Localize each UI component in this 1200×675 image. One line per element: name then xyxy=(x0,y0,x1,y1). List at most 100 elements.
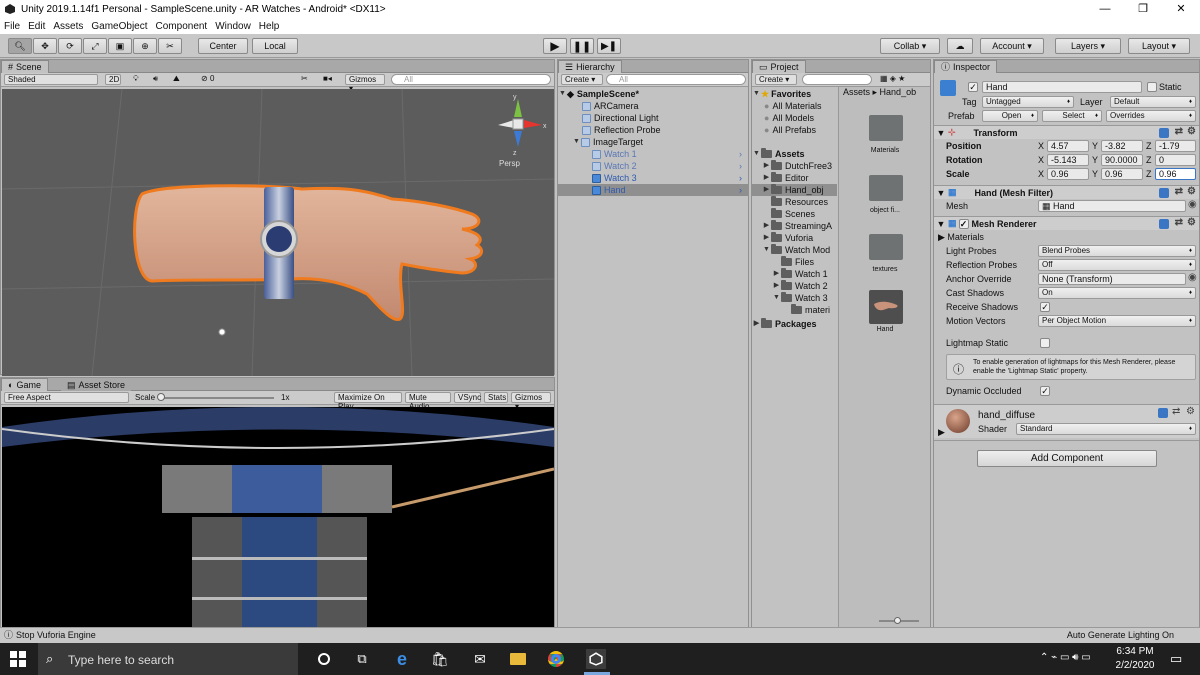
scale-tool-button[interactable]: ⤢ xyxy=(83,38,107,54)
scale-x-field[interactable]: 0.96 xyxy=(1047,168,1089,180)
gear-icon[interactable]: ⚙ xyxy=(1187,217,1196,228)
project-create-dropdown[interactable]: Create ▾ xyxy=(755,74,797,85)
hierarchy-search-input[interactable]: All xyxy=(606,74,746,85)
scale-z-field[interactable]: 0.96 xyxy=(1155,168,1196,180)
mail-icon[interactable]: ✉ xyxy=(470,649,490,669)
maximize-button[interactable]: ❐ xyxy=(1124,0,1162,18)
effects-icon[interactable]: ⛰ xyxy=(173,74,180,84)
mesh-field[interactable]: ▦ Hand xyxy=(1038,200,1186,212)
favorites-row[interactable]: ▼ ★ Favorites xyxy=(752,88,837,100)
store-icon[interactable]: 🛍︎ xyxy=(430,649,450,669)
layer-dropdown[interactable]: Default xyxy=(1110,96,1196,108)
scene-viewport[interactable]: y x z Persp xyxy=(2,89,554,376)
preset-icon[interactable]: ⇄ xyxy=(1175,126,1183,137)
minimize-button[interactable]: — xyxy=(1086,0,1124,18)
folder-files[interactable]: Files xyxy=(752,256,837,268)
dynamic-occluded-checkbox[interactable]: ✓ xyxy=(1040,386,1050,396)
assets-row[interactable]: ▼ Assets xyxy=(752,148,837,160)
mute-audio-toggle[interactable]: Mute Audio xyxy=(405,392,451,411)
shading-dropdown[interactable]: Shaded xyxy=(4,74,98,85)
position-y-field[interactable]: -3.82 xyxy=(1101,140,1143,152)
hierarchy-item-hand[interactable]: Hand › xyxy=(558,184,748,196)
layout-dropdown[interactable]: Layout ▾ xyxy=(1128,38,1190,54)
scene-search-input[interactable]: All xyxy=(391,74,551,85)
2d-toggle[interactable]: 2D xyxy=(105,74,121,85)
preset-icon[interactable]: ⇄ xyxy=(1175,217,1183,228)
windows-start-icon[interactable] xyxy=(8,649,28,669)
gear-icon[interactable]: ⚙ xyxy=(1187,186,1196,197)
rotate-tool-button[interactable]: ⟳ xyxy=(58,38,82,54)
rotation-z-field[interactable]: 0 xyxy=(1155,154,1196,166)
transform-header[interactable]: ▼ ⊹ Transform ⇄ ⚙ xyxy=(934,125,1199,139)
folder-materials[interactable]: materi xyxy=(752,304,837,316)
pause-button[interactable]: ❚❚ xyxy=(570,38,594,54)
rotation-y-field[interactable]: 90.0000 xyxy=(1101,154,1143,166)
menu-gameobject[interactable]: GameObject xyxy=(91,21,147,32)
aspect-dropdown[interactable]: Free Aspect xyxy=(4,392,129,403)
menu-window[interactable]: Window xyxy=(215,21,251,32)
menu-help[interactable]: Help xyxy=(259,21,280,32)
breadcrumb-assets[interactable]: Assets xyxy=(843,87,870,97)
chrome-icon[interactable] xyxy=(546,649,566,669)
textures-folder-thumb[interactable] xyxy=(869,234,903,260)
folder-watch-1[interactable]: ▶ Watch 1 xyxy=(752,268,837,280)
hand-tool-button[interactable]: 🔍︎ xyxy=(8,38,32,54)
position-z-field[interactable]: -1.79 xyxy=(1155,140,1196,152)
add-component-button[interactable]: Add Component xyxy=(977,450,1157,467)
reflection-probes-dropdown[interactable]: Off xyxy=(1038,259,1196,271)
active-checkbox[interactable]: ✓ xyxy=(968,82,978,92)
menu-component[interactable]: Component xyxy=(156,21,208,32)
folder-editor[interactable]: ▶ Editor xyxy=(752,172,837,184)
folder-watch-models[interactable]: ▼ Watch Mod xyxy=(752,244,837,256)
taskbar-search-box[interactable]: ⌕ Type here to search xyxy=(38,643,298,675)
lightmap-static-checkbox[interactable] xyxy=(1040,338,1050,348)
tab-game[interactable]: ◐ Game xyxy=(1,378,48,391)
vsync-toggle[interactable]: VSync xyxy=(454,392,481,403)
preset-icon[interactable]: ⇄ xyxy=(1175,186,1183,197)
folder-streamingassets[interactable]: ▶ StreamingA xyxy=(752,220,837,232)
scale-slider[interactable] xyxy=(159,397,274,399)
folder-watch-3[interactable]: ▼ Watch 3 xyxy=(752,292,837,304)
breadcrumb-hand-obj[interactable]: Hand_ob xyxy=(880,87,917,97)
collab-dropdown[interactable]: Collab ▾ xyxy=(880,38,940,54)
fav-all-models[interactable]: ● All Models xyxy=(752,112,837,124)
step-button[interactable]: ▶❚ xyxy=(597,38,621,54)
materials-foldout[interactable]: ▶ Materials xyxy=(938,232,984,243)
custom-tool-button[interactable]: ✂ xyxy=(158,38,182,54)
system-tray-icons[interactable]: ⌃ ⌁ ▭ 🔊︎ ▭ xyxy=(1040,652,1091,663)
hand-mesh[interactable] xyxy=(133,184,484,321)
help-icon[interactable] xyxy=(1159,128,1169,138)
gear-icon[interactable]: ⚙ xyxy=(1187,126,1196,137)
light-icon[interactable]: 💡︎ xyxy=(133,74,139,84)
audio-icon[interactable]: 🔊︎ xyxy=(153,74,158,84)
edge-icon[interactable]: e xyxy=(392,649,412,669)
close-button[interactable]: ✕ xyxy=(1162,0,1200,18)
object-picker-icon[interactable]: ◉ xyxy=(1188,199,1197,210)
preset-icon[interactable]: ⇄ xyxy=(1172,406,1180,417)
mesh-renderer-header[interactable]: ▼ ▦ ✓ Mesh Renderer ⇄ ⚙ xyxy=(934,216,1199,230)
prefab-open-button[interactable]: Open xyxy=(982,110,1038,122)
cloud-button[interactable]: ☁ xyxy=(947,38,973,54)
rect-tool-button[interactable]: ▣ xyxy=(108,38,132,54)
orientation-gizmo[interactable]: y x z xyxy=(498,94,547,157)
mesh-renderer-enabled-checkbox[interactable]: ✓ xyxy=(958,218,969,229)
tab-project[interactable]: ▭ Project xyxy=(752,60,806,73)
scene-root-row[interactable]: ▼ ◆ SampleScene* xyxy=(558,88,748,100)
hidden-objects-icon[interactable]: ⊘ 0 xyxy=(201,74,214,83)
fav-all-prefabs[interactable]: ● All Prefabs xyxy=(752,124,837,136)
motion-vectors-dropdown[interactable]: Per Object Motion xyxy=(1038,315,1196,327)
hierarchy-create-dropdown[interactable]: Create ▾ xyxy=(561,74,603,85)
pivot-local-button[interactable]: Local xyxy=(252,38,298,54)
gear-icon[interactable]: ⚙ xyxy=(1186,406,1195,417)
folder-hand-obj[interactable]: ▶ Hand_obj xyxy=(752,184,837,196)
tab-inspector[interactable]: ⓘ Inspector xyxy=(934,60,998,73)
clock-time[interactable]: 6:34 PM xyxy=(1110,646,1160,657)
folder-vuforia[interactable]: ▶ Vuforia xyxy=(752,232,837,244)
thumbnail-slider-handle[interactable] xyxy=(894,617,901,624)
mesh-filter-header[interactable]: ▼ ▦ Hand (Mesh Filter) ⇄ ⚙ xyxy=(934,185,1199,199)
tab-hierarchy[interactable]: ☰ Hierarchy xyxy=(558,60,622,73)
fav-all-materials[interactable]: ● All Materials xyxy=(752,100,837,112)
hierarchy-item-directional-light[interactable]: Directional Light xyxy=(558,112,748,124)
tools-icon[interactable]: ✂ xyxy=(301,74,308,83)
unity-taskbar-icon[interactable] xyxy=(586,649,606,669)
